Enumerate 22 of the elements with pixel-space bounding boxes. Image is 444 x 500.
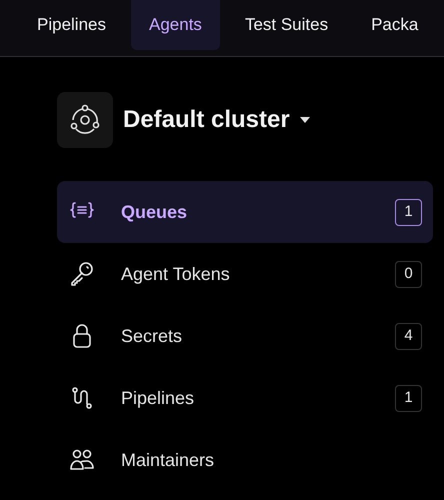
cluster-dropdown[interactable]: Default cluster: [123, 102, 310, 138]
caret-icon: [300, 117, 310, 123]
menu-item[interactable]: Pipelines 1: [57, 367, 433, 429]
key-icon: [68, 260, 96, 288]
count-badge: 1: [395, 384, 422, 412]
menu-item[interactable]: Queues 1: [57, 181, 433, 243]
menu-item[interactable]: Maintainers: [57, 429, 433, 491]
menu-item[interactable]: Secrets 4: [57, 305, 433, 367]
menu-item-label: Pipelines: [121, 386, 194, 410]
nav-tab[interactable]: Test Suites: [226, 0, 346, 50]
count-badge: 4: [395, 322, 422, 350]
menu-item-label: Agent Tokens: [121, 262, 230, 286]
cluster-icon: [68, 103, 102, 137]
menu-item-label: Queues: [121, 200, 188, 224]
nav-tab[interactable]: Agents: [131, 0, 220, 50]
nav-tab[interactable]: Pipelines: [19, 0, 124, 50]
menu-item[interactable]: Agent Tokens 0: [57, 243, 433, 305]
menu-item-label: Secrets: [121, 324, 182, 348]
menu-item-label: Maintainers: [121, 448, 214, 472]
count-badge: 0: [395, 260, 422, 288]
count-badge: 1: [395, 198, 422, 226]
nav-tab[interactable]: Packa: [353, 0, 436, 50]
